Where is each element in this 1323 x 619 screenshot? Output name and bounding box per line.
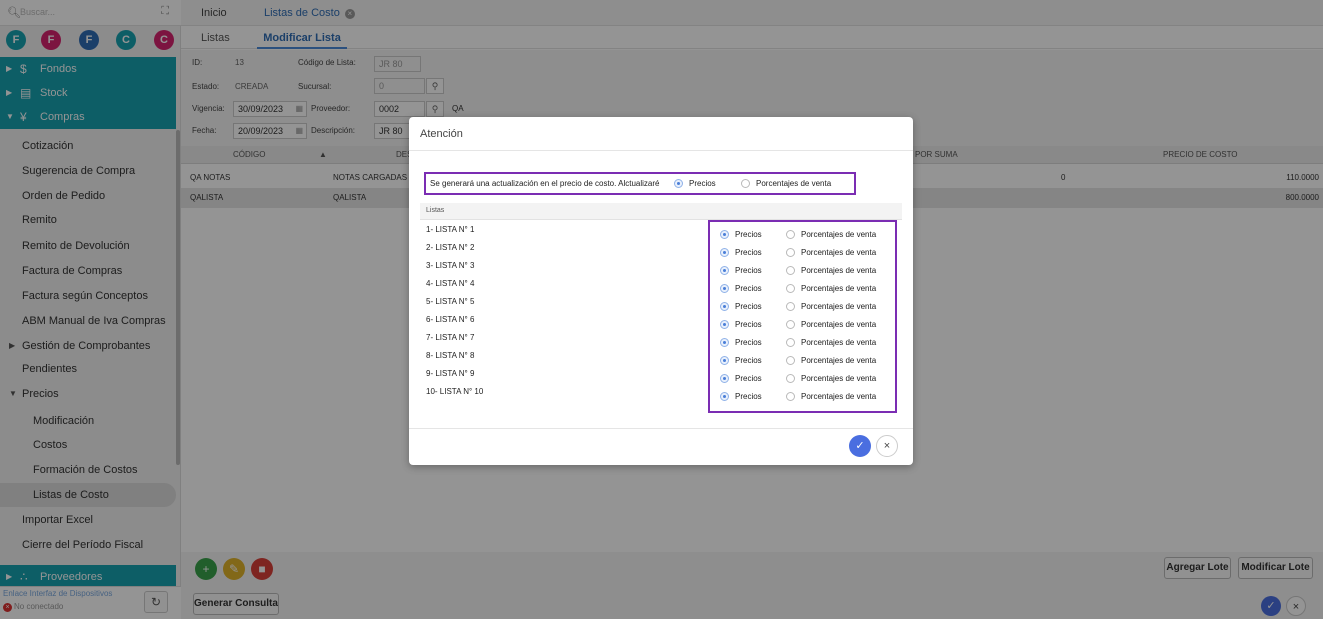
list-item: 7- LISTA N° 7 — [426, 333, 475, 342]
list-radio-precios[interactable] — [720, 248, 729, 257]
option-label-porcentajes: Porcentajes de venta — [801, 302, 877, 311]
list-radio-porcentajes[interactable] — [786, 284, 795, 293]
list-radio-porcentajes[interactable] — [786, 374, 795, 383]
attention-dialog: Atención Se generará una actualización e… — [409, 117, 913, 465]
list-radio-precios[interactable] — [720, 284, 729, 293]
list-item: 1- LISTA N° 1 — [426, 225, 475, 234]
list-radio-precios[interactable] — [720, 320, 729, 329]
option-label-porcentajes: Porcentajes de venta — [801, 320, 877, 329]
global-update-option: Se generará una actualización en el prec… — [424, 172, 856, 195]
list-radio-porcentajes[interactable] — [786, 338, 795, 347]
dialog-title: Atención — [420, 128, 463, 140]
list-item: 2- LISTA N° 2 — [426, 243, 475, 252]
list-radio-precios[interactable] — [720, 356, 729, 365]
list-radio-porcentajes[interactable] — [786, 266, 795, 275]
list-radio-porcentajes[interactable] — [786, 302, 795, 311]
list-item: 10- LISTA N° 10 — [426, 387, 484, 396]
global-label-porcentajes: Porcentajes de venta — [756, 179, 832, 188]
option-label-precios: Precios — [735, 392, 762, 401]
option-label-precios: Precios — [735, 302, 762, 311]
option-label-precios: Precios — [735, 356, 762, 365]
check-icon: ✓ — [855, 440, 865, 452]
list-item: 8- LISTA N° 8 — [426, 351, 475, 360]
list-radio-porcentajes[interactable] — [786, 320, 795, 329]
dialog-confirm-button[interactable]: ✓ — [849, 435, 871, 457]
list-item: 9- LISTA N° 9 — [426, 369, 475, 378]
list-radio-precios[interactable] — [720, 302, 729, 311]
option-label-porcentajes: Porcentajes de venta — [801, 374, 877, 383]
list-radio-porcentajes[interactable] — [786, 356, 795, 365]
list-radio-porcentajes[interactable] — [786, 230, 795, 239]
list-radio-precios[interactable] — [720, 266, 729, 275]
dialog-close-button[interactable]: × — [876, 435, 898, 457]
global-radio-porcentajes[interactable] — [741, 179, 750, 188]
global-radio-precios[interactable] — [674, 179, 683, 188]
update-question: Se generará una actualización en el prec… — [430, 179, 660, 188]
list-radio-porcentajes[interactable] — [786, 248, 795, 257]
option-label-precios: Precios — [735, 320, 762, 329]
list-item: 5- LISTA N° 5 — [426, 297, 475, 306]
list-radio-precios[interactable] — [720, 338, 729, 347]
divider — [409, 150, 913, 151]
option-label-precios: Precios — [735, 284, 762, 293]
list-radio-precios[interactable] — [720, 374, 729, 383]
divider — [409, 428, 913, 429]
list-item: 6- LISTA N° 6 — [426, 315, 475, 324]
option-label-porcentajes: Porcentajes de venta — [801, 284, 877, 293]
list-item: 4- LISTA N° 4 — [426, 279, 475, 288]
option-label-precios: Precios — [735, 248, 762, 257]
list-radio-porcentajes[interactable] — [786, 392, 795, 401]
list-radio-precios[interactable] — [720, 392, 729, 401]
list-radio-precios[interactable] — [720, 230, 729, 239]
option-label-porcentajes: Porcentajes de venta — [801, 248, 877, 257]
lists-header-label: Listas — [426, 207, 445, 214]
list-item: 3- LISTA N° 3 — [426, 261, 475, 270]
option-label-porcentajes: Porcentajes de venta — [801, 338, 877, 347]
option-label-porcentajes: Porcentajes de venta — [801, 230, 877, 239]
lists-header: Listas — [420, 203, 902, 220]
per-list-options: Precios Porcentajes de venta Precios Por… — [708, 220, 897, 413]
option-label-precios: Precios — [735, 338, 762, 347]
close-icon: × — [883, 440, 891, 452]
option-label-porcentajes: Porcentajes de venta — [801, 356, 877, 365]
option-label-porcentajes: Porcentajes de venta — [801, 266, 877, 275]
global-label-precios: Precios — [689, 179, 716, 188]
option-label-porcentajes: Porcentajes de venta — [801, 392, 877, 401]
option-label-precios: Precios — [735, 230, 762, 239]
option-label-precios: Precios — [735, 374, 762, 383]
option-label-precios: Precios — [735, 266, 762, 275]
